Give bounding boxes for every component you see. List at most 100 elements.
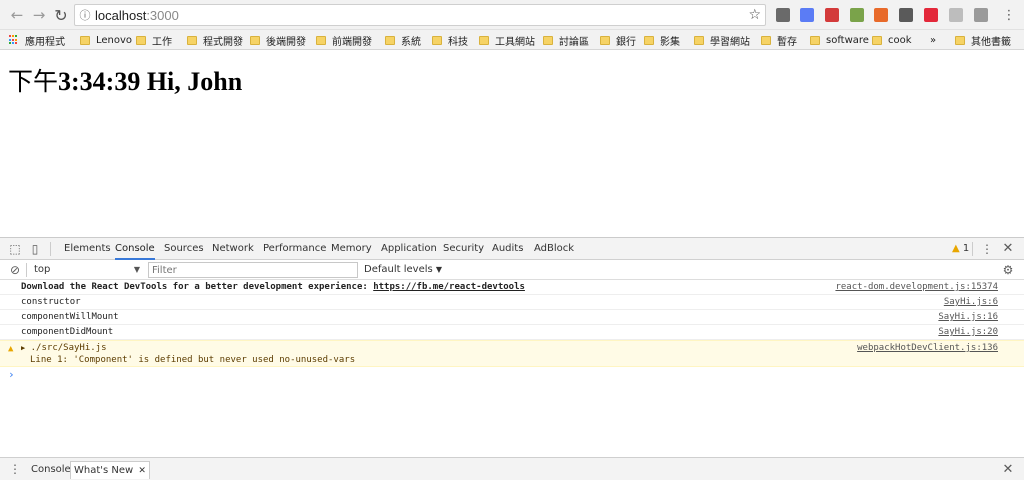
drawer-menu-icon[interactable]: ⋮ <box>8 462 22 476</box>
devtools-tab-elements[interactable]: Elements <box>64 238 111 260</box>
bookmarks-overflow-chevron: » <box>930 34 937 46</box>
console-filter-bar: ⊘ top ▼ Default levels ▼ ⚙ <box>0 260 1024 280</box>
dropdown-arrow-icon: ▼ <box>133 265 140 274</box>
folder-icon <box>385 35 395 45</box>
devtools-tab-network[interactable]: Network <box>212 238 254 260</box>
bookmark-label: cook <box>888 34 912 46</box>
tab-separator <box>50 242 51 256</box>
console-prompt[interactable]: › <box>0 367 1024 383</box>
bookmark-label: 其他書籤 <box>971 36 1011 48</box>
apps-grid-icon <box>9 35 19 45</box>
bookmark-apps[interactable]: 應用程式 <box>9 33 65 48</box>
bookmark-label: 前端開發 <box>332 36 372 48</box>
bookmark-extension-icon[interactable] <box>825 8 839 22</box>
bookmark-folder[interactable]: 影集 <box>644 33 680 48</box>
bookmarks-overflow[interactable]: » <box>930 33 936 47</box>
devtools-tab-memory[interactable]: Memory <box>331 238 372 260</box>
bookmark-folder[interactable]: 學習網站 <box>694 33 750 48</box>
filter-separator <box>26 263 27 277</box>
console-message-text: Download the React DevTools for a better… <box>21 280 525 294</box>
drawer-tab-label: What's New <box>74 465 134 476</box>
context-selector[interactable]: top ▼ <box>30 263 142 277</box>
bookmark-label: software <box>826 34 869 46</box>
folder-icon <box>644 35 654 45</box>
address-bar[interactable]: ⓘ localhost:3000 ☆ <box>74 4 766 26</box>
block-extension-icon[interactable] <box>874 8 888 22</box>
bookmark-folder[interactable]: 工具網站 <box>479 33 535 48</box>
bookmark-folder[interactable]: 討論區 <box>543 33 589 48</box>
bookmark-folder[interactable]: 暫存 <box>761 33 797 48</box>
bookmark-folder[interactable]: 科技 <box>432 33 468 48</box>
devtools-tab-performance[interactable]: Performance <box>263 238 326 260</box>
message-source-link[interactable]: SayHi.js:6 <box>944 295 998 309</box>
folder-icon <box>600 35 610 45</box>
bookmark-other[interactable]: 其他書籤 <box>955 33 1011 48</box>
inspect-element-icon[interactable]: ⬚ <box>8 242 22 256</box>
chrome-menu-icon[interactable]: ⋮ <box>998 4 1020 26</box>
folder-icon <box>250 35 260 45</box>
device-toolbar-icon[interactable]: ▯ <box>28 242 42 256</box>
clear-console-icon[interactable]: ⊘ <box>8 263 22 277</box>
devtools-tab-console[interactable]: Console <box>115 238 155 260</box>
bookmark-folder[interactable]: 系統 <box>385 33 421 48</box>
close-devtools-icon[interactable]: ✕ <box>1001 242 1015 256</box>
devtools-menu-icon[interactable]: ⋮ <box>980 242 994 256</box>
message-source-link[interactable]: webpackHotDevClient.js:136 <box>857 341 998 355</box>
expand-triangle-icon[interactable]: ▶ <box>21 344 25 352</box>
react-devtools-extension-icon[interactable] <box>800 8 814 22</box>
console-settings-gear-icon[interactable]: ⚙ <box>1001 263 1015 277</box>
drawer-tab-whats-new[interactable]: What's New ✕ <box>70 461 150 479</box>
time-and-greeting: 3:34:39 Hi, John <box>58 67 243 96</box>
bookmark-folder[interactable]: 後端開發 <box>250 33 306 48</box>
close-drawer-icon[interactable]: ✕ <box>1001 463 1015 477</box>
bookmark-label: 程式開發 <box>203 36 243 48</box>
bookmark-label: 學習網站 <box>710 36 750 48</box>
bookmark-folder[interactable]: Lenovo <box>80 33 132 47</box>
forward-arrow-icon[interactable]: → <box>28 4 50 26</box>
devtools-tab-application[interactable]: Application <box>381 238 437 260</box>
bookmark-star-icon[interactable]: ☆ <box>748 7 761 23</box>
message-source-link[interactable]: SayHi.js:20 <box>938 325 998 339</box>
shield-extension-icon[interactable] <box>776 8 790 22</box>
bookmark-folder[interactable]: software <box>810 33 869 47</box>
message-source-link[interactable]: react-dom.development.js:15374 <box>835 280 998 294</box>
bookmark-folder[interactable]: 前端開發 <box>316 33 372 48</box>
console-message-text: componentWillMount <box>21 312 119 322</box>
skype-extension-icon[interactable] <box>974 8 988 22</box>
save-extension-icon[interactable] <box>899 8 913 22</box>
info-icon[interactable]: ⓘ <box>75 7 95 23</box>
url-port: :3000 <box>146 7 179 23</box>
opera-extension-icon[interactable] <box>924 8 938 22</box>
bookmark-label: 討論區 <box>559 36 589 48</box>
reload-icon[interactable]: ↻ <box>50 4 72 26</box>
evernote-extension-icon[interactable] <box>850 8 864 22</box>
react-devtools-link[interactable]: https://fb.me/react-devtools <box>373 282 525 292</box>
folder-icon <box>479 35 489 45</box>
bookmark-folder[interactable]: 程式開發 <box>187 33 243 48</box>
folder-icon <box>955 35 965 45</box>
warning-title-text: ./src/SayHi.js <box>30 343 107 353</box>
bookmark-folder[interactable]: 銀行 <box>600 33 636 48</box>
bookmark-label: 後端開發 <box>266 36 306 48</box>
bookmark-label: 影集 <box>660 36 680 48</box>
devtools-tab-adblock[interactable]: AdBlock <box>534 238 574 260</box>
folder-icon <box>761 35 771 45</box>
prompt-caret-icon: › <box>8 368 15 381</box>
close-tab-icon[interactable]: ✕ <box>138 466 146 476</box>
drawer-tab-console[interactable]: Console <box>28 461 74 479</box>
console-message: componentWillMount SayHi.js:16 <box>0 310 1024 325</box>
log-levels-dropdown[interactable]: Default levels ▼ <box>364 263 442 277</box>
devtools-tab-security[interactable]: Security <box>443 238 484 260</box>
devtools-tabbar: ⬚ ▯ Elements Console Sources Network Perform… <box>0 238 1024 260</box>
screen-extension-icon[interactable] <box>949 8 963 22</box>
bookmark-folder[interactable]: cook <box>872 33 912 47</box>
console-filter-input[interactable] <box>148 262 358 278</box>
message-source-link[interactable]: SayHi.js:16 <box>938 310 998 324</box>
warning-counter[interactable]: ▲ 1 <box>952 238 969 260</box>
devtools-tab-sources[interactable]: Sources <box>164 238 204 260</box>
devtools-tab-audits[interactable]: Audits <box>492 238 523 260</box>
url-host: localhost <box>95 7 147 23</box>
bookmark-label: 暫存 <box>777 36 797 48</box>
back-arrow-icon[interactable]: ← <box>6 4 28 26</box>
bookmark-folder[interactable]: 工作 <box>136 33 172 48</box>
